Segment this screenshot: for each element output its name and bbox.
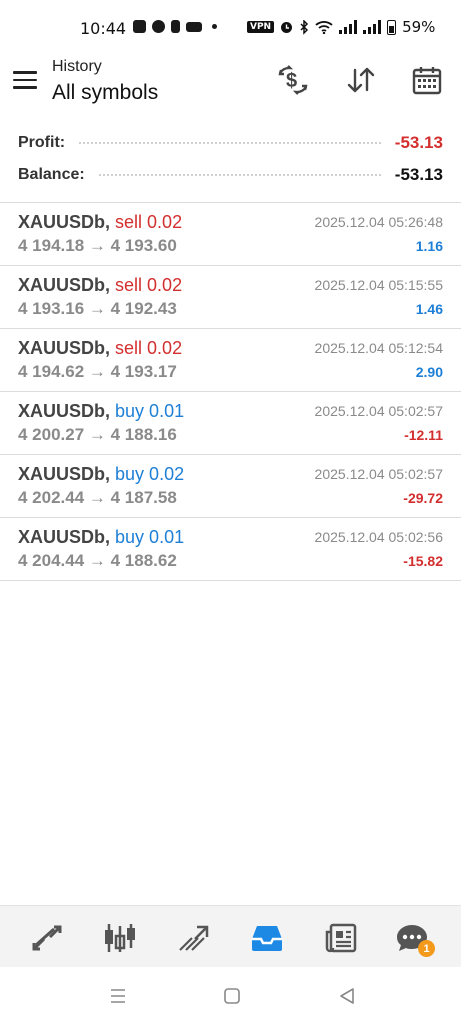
trade-symbol: XAUUSDb, <box>18 338 111 358</box>
recents-button[interactable] <box>106 984 130 1008</box>
trade-prices: 4 202.44 → 4 187.58 <box>18 488 177 507</box>
menu-icon[interactable] <box>13 71 37 89</box>
trade-profit: 1.46 <box>415 301 443 317</box>
trade-row[interactable]: XAUUSDb, buy 0.01 4 200.27 → 4 188.16 20… <box>0 392 461 455</box>
trade-symbol: XAUUSDb, <box>18 527 111 547</box>
trade-prices: 4 194.62 → 4 193.17 <box>18 362 177 381</box>
trade-profit: -12.11 <box>404 427 443 443</box>
trade-side: buy 0.01 <box>115 527 185 547</box>
notification-icons <box>133 20 217 33</box>
waveform-icon <box>186 21 202 32</box>
trade-row[interactable]: XAUUSDb, buy 0.02 4 202.44 → 4 187.58 20… <box>0 455 461 518</box>
signal-1-icon <box>339 20 358 34</box>
sim-icon <box>171 20 180 33</box>
trade-profit: 1.16 <box>415 238 443 254</box>
chat-badge: 1 <box>418 940 435 957</box>
trade-icon[interactable] <box>174 918 214 958</box>
trade-side: sell 0.02 <box>115 338 183 358</box>
profit-row: Profit: -53.13 <box>18 130 443 156</box>
trade-side: buy 0.02 <box>115 464 185 484</box>
trade-time: 2025.12.04 05:02:56 <box>314 529 443 545</box>
trade-time: 2025.12.04 05:02:57 <box>314 403 443 419</box>
more-dot-icon <box>212 24 217 29</box>
quotes-icon[interactable] <box>27 918 67 958</box>
wifi-icon <box>315 21 333 34</box>
calendar-icon[interactable] <box>409 62 445 98</box>
trade-profit: 2.90 <box>415 364 443 380</box>
news-icon[interactable] <box>321 918 361 958</box>
trade-symbol: XAUUSDb, <box>18 401 111 421</box>
vpn-badge: VPN <box>247 21 275 33</box>
balance-label: Balance: <box>18 166 85 183</box>
sort-icon[interactable] <box>343 62 379 98</box>
trade-row[interactable]: XAUUSDb, sell 0.02 4 194.62 → 4 193.17 2… <box>0 329 461 392</box>
trade-time: 2025.12.04 05:12:54 <box>314 340 443 356</box>
system-nav <box>0 967 461 1024</box>
trade-profit: -29.72 <box>403 490 443 506</box>
history-icon[interactable] <box>247 918 287 958</box>
alarm-icon <box>281 22 293 33</box>
chat-bubble-icon <box>133 20 146 33</box>
trade-row[interactable]: XAUUSDb, sell 0.02 4 193.16 → 4 192.43 2… <box>0 266 461 329</box>
deposit-withdraw-icon[interactable]: $ <box>275 62 311 98</box>
dotted-leader <box>98 174 381 176</box>
trade-prices: 4 193.16 → 4 192.43 <box>18 299 177 318</box>
status-time: 10:44 <box>80 19 127 38</box>
trade-time: 2025.12.04 05:26:48 <box>314 214 443 230</box>
status-bar: 10:44 VPN 59% <box>0 0 461 58</box>
trade-row[interactable]: XAUUSDb, sell 0.02 4 194.18 → 4 193.60 2… <box>0 203 461 266</box>
battery-level: 59% <box>402 18 436 36</box>
trade-time: 2025.12.04 05:02:57 <box>314 466 443 482</box>
battery-icon <box>387 19 397 35</box>
chart-icon[interactable] <box>100 918 140 958</box>
trade-profit: -15.82 <box>403 553 443 569</box>
balance-value: -53.13 <box>394 165 443 184</box>
balance-row: Balance: -53.13 <box>18 162 443 188</box>
trade-symbol: XAUUSDb, <box>18 212 111 232</box>
bluetooth-icon <box>300 19 309 35</box>
back-button[interactable] <box>335 984 359 1008</box>
trade-prices: 4 200.27 → 4 188.16 <box>18 425 177 444</box>
whatsapp-icon <box>152 20 165 33</box>
app-header: History All symbols $ <box>0 58 461 116</box>
trade-symbol: XAUUSDb, <box>18 275 111 295</box>
profit-value: -53.13 <box>394 133 443 152</box>
trade-side: sell 0.02 <box>115 275 183 295</box>
svg-text:$: $ <box>286 70 297 92</box>
system-icons: VPN 59% <box>247 18 435 36</box>
trade-prices: 4 204.44 → 4 188.62 <box>18 551 177 570</box>
signal-2-icon <box>363 20 382 34</box>
profit-label: Profit: <box>18 134 66 151</box>
trade-time: 2025.12.04 05:15:55 <box>314 277 443 293</box>
bottom-nav: 1 <box>0 905 461 967</box>
trade-side: buy 0.01 <box>115 401 185 421</box>
chat-icon[interactable]: 1 <box>392 918 435 958</box>
home-button[interactable] <box>220 984 244 1008</box>
trade-prices: 4 194.18 → 4 193.60 <box>18 236 177 255</box>
symbol-selector[interactable]: All symbols <box>52 81 158 105</box>
trade-symbol: XAUUSDb, <box>18 464 111 484</box>
dotted-leader <box>79 142 381 144</box>
trade-row[interactable]: XAUUSDb, buy 0.01 4 204.44 → 4 188.62 20… <box>0 518 461 581</box>
page-subtitle: History <box>52 58 102 75</box>
trade-side: sell 0.02 <box>115 212 183 232</box>
